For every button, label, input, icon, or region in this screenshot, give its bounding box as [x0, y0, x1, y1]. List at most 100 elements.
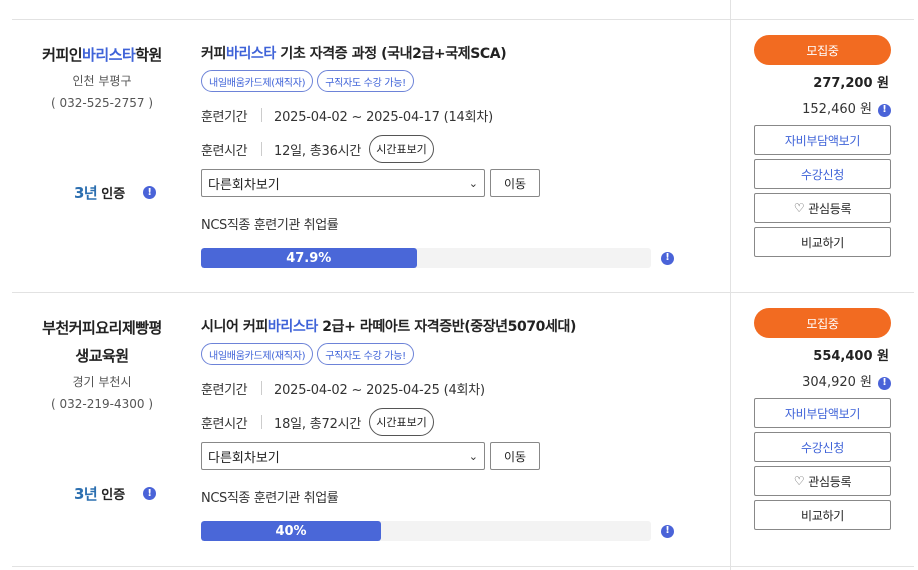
- training-time-value: 12일, 총36시간: [274, 143, 362, 159]
- course-card: 부천커피요리제빵평생교육원 경기 부천시 ( 032-219-4300 ) 3년…: [0, 293, 918, 565]
- separator: [261, 108, 262, 122]
- session-select-value: 다른회차보기: [208, 450, 280, 466]
- employment-rate-fill: 47.9%: [201, 248, 417, 268]
- wishlist-label: 관심등록: [808, 474, 852, 489]
- course-main: 커피바리스타 기초 자격증 과정 (국내2급+국제SCA) 내일배움카드제(재직…: [201, 43, 681, 268]
- compare-button[interactable]: 비교하기: [754, 227, 891, 257]
- certification-badge: 3년 인증 !: [74, 182, 157, 203]
- move-button[interactable]: 이동: [490, 442, 540, 470]
- self-pay-price-row: 152,460 원 !: [754, 101, 891, 119]
- cert-years: 3년: [74, 485, 98, 503]
- info-circle-icon[interactable]: !: [661, 251, 674, 265]
- separator: [261, 142, 262, 156]
- training-time-row: 훈련시간 12일, 총36시간 시간표보기: [201, 135, 681, 163]
- institution-region: 인천 부평구: [72, 74, 132, 88]
- institution-block: 부천커피요리제빵평생교육원 경기 부천시 ( 032-219-4300 ): [12, 314, 192, 414]
- self-pay-view-button[interactable]: 자비부담액보기: [754, 398, 891, 428]
- cert-label: 인증: [101, 488, 126, 503]
- schedule-button[interactable]: 시간표보기: [369, 408, 434, 436]
- price-panel: 모집중 554,400 원 304,920 원 ! 자비부담액보기 수강신청 ♡…: [754, 308, 891, 530]
- compare-button[interactable]: 비교하기: [754, 500, 891, 530]
- session-select-row: 다른회차보기 ⌄ 이동: [201, 169, 681, 197]
- course-price: 277,200 원: [813, 76, 889, 91]
- course-title-highlight: 바리스타: [225, 46, 276, 62]
- self-pay-price-row: 304,920 원 !: [754, 374, 891, 392]
- info-circle-icon[interactable]: !: [661, 524, 674, 538]
- wishlist-button[interactable]: ♡ 관심등록: [754, 466, 891, 496]
- training-period-label: 훈련기간: [201, 109, 248, 125]
- certification-badge: 3년 인증 !: [74, 483, 157, 504]
- session-select[interactable]: 다른회차보기 ⌄: [201, 442, 485, 470]
- session-select-value: 다른회차보기: [208, 177, 280, 193]
- employment-rate-bar: 47.9%: [201, 248, 651, 268]
- course-price: 554,400 원: [813, 349, 889, 364]
- employment-rate-row: 47.9% !: [201, 248, 681, 268]
- info-circle-icon[interactable]: !: [878, 103, 891, 117]
- info-circle-icon[interactable]: !: [878, 376, 891, 390]
- training-period-value: 2025-04-02 ~ 2025-04-17 (14회차): [274, 109, 493, 125]
- chevron-down-icon: ⌄: [468, 449, 478, 463]
- self-pay-view-button[interactable]: 자비부담액보기: [754, 125, 891, 155]
- training-period-row: 훈련기간 2025-04-02 ~ 2025-04-25 (4회차): [201, 374, 681, 402]
- tag-jobseeker: 구직자도 수강 가능!: [317, 343, 414, 365]
- institution-name-pre: 부천커피요리제빵평: [42, 319, 162, 337]
- self-pay-price: 304,920 원: [802, 375, 872, 390]
- course-title-post: 2급+ 라떼아트 자격증반(중장년5070세대): [317, 319, 576, 335]
- cert-label: 인증: [101, 187, 126, 202]
- heart-icon: ♡: [793, 474, 805, 488]
- recruiting-status-button[interactable]: 모집중: [754, 35, 891, 65]
- apply-button[interactable]: 수강신청: [754, 159, 891, 189]
- info-circle-icon[interactable]: !: [143, 487, 157, 500]
- institution-name-highlight: 바리스타: [82, 46, 136, 64]
- course-card: 커피인바리스타학원 인천 부평구 ( 032-525-2757 ) 3년 인증 …: [0, 20, 918, 292]
- institution-name-line2: 생교육원: [75, 347, 129, 365]
- institution-name[interactable]: 부천커피요리제빵평생교육원: [12, 314, 192, 370]
- wishlist-button[interactable]: ♡ 관심등록: [754, 193, 891, 223]
- course-tags: 내일배움카드제(재직자) 구직자도 수강 가능!: [201, 343, 681, 365]
- recruiting-status-button[interactable]: 모집중: [754, 308, 891, 338]
- employment-rate-row: 40% !: [201, 521, 681, 541]
- move-button[interactable]: 이동: [490, 169, 540, 197]
- course-main: 시니어 커피바리스타 2급+ 라떼아트 자격증반(중장년5070세대) 내일배움…: [201, 316, 681, 541]
- ncs-employment-label: NCS직종 훈련기관 취업률: [201, 218, 339, 233]
- course-title-pre: 커피: [201, 46, 226, 62]
- self-pay-price: 152,460 원: [802, 102, 872, 117]
- separator: [261, 415, 262, 429]
- heart-icon: ♡: [793, 201, 805, 215]
- employment-rate-bar: 40%: [201, 521, 651, 541]
- course-title-post: 기초 자격증 과정 (국내2급+국제SCA): [275, 46, 507, 62]
- info-circle-icon[interactable]: !: [143, 186, 157, 199]
- training-time-value: 18일, 총72시간: [274, 416, 362, 432]
- course-title[interactable]: 시니어 커피바리스타 2급+ 라떼아트 자격증반(중장년5070세대): [201, 316, 681, 338]
- training-period-value: 2025-04-02 ~ 2025-04-25 (4회차): [274, 382, 485, 398]
- bottom-divider: [12, 566, 914, 567]
- apply-button[interactable]: 수강신청: [754, 432, 891, 462]
- course-title-pre: 시니어 커피: [201, 319, 268, 335]
- chevron-down-icon: ⌄: [468, 176, 478, 190]
- institution-region: 경기 부천시: [72, 375, 132, 389]
- tag-card-system: 내일배움카드제(재직자): [201, 70, 314, 92]
- institution-name-pre: 커피인: [42, 46, 83, 64]
- 3-year-cert-icon: 3년: [74, 182, 98, 203]
- separator: [261, 381, 262, 395]
- wishlist-label: 관심등록: [808, 201, 852, 216]
- 3-year-cert-icon: 3년: [74, 483, 98, 504]
- institution-phone: ( 032-219-4300 ): [51, 397, 153, 411]
- price-panel: 모집중 277,200 원 152,460 원 ! 자비부담액보기 수강신청 ♡…: [754, 35, 891, 257]
- training-time-label: 훈련시간: [201, 143, 248, 159]
- course-tags: 내일배움카드제(재직자) 구직자도 수강 가능!: [201, 70, 681, 92]
- course-title-highlight: 바리스타: [267, 319, 318, 335]
- training-period-label: 훈련기간: [201, 382, 248, 398]
- schedule-button[interactable]: 시간표보기: [369, 135, 434, 163]
- institution-name[interactable]: 커피인바리스타학원: [12, 41, 192, 69]
- training-time-row: 훈련시간 18일, 총72시간 시간표보기: [201, 408, 681, 436]
- cert-years: 3년: [74, 184, 98, 202]
- training-time-label: 훈련시간: [201, 416, 248, 432]
- tag-jobseeker: 구직자도 수강 가능!: [317, 70, 414, 92]
- course-title[interactable]: 커피바리스타 기초 자격증 과정 (국내2급+국제SCA): [201, 43, 681, 65]
- tag-card-system: 내일배움카드제(재직자): [201, 343, 314, 365]
- employment-rate-fill: 40%: [201, 521, 381, 541]
- session-select[interactable]: 다른회차보기 ⌄: [201, 169, 485, 197]
- ncs-employment-label: NCS직종 훈련기관 취업률: [201, 491, 339, 506]
- institution-name-post: 학원: [135, 46, 162, 64]
